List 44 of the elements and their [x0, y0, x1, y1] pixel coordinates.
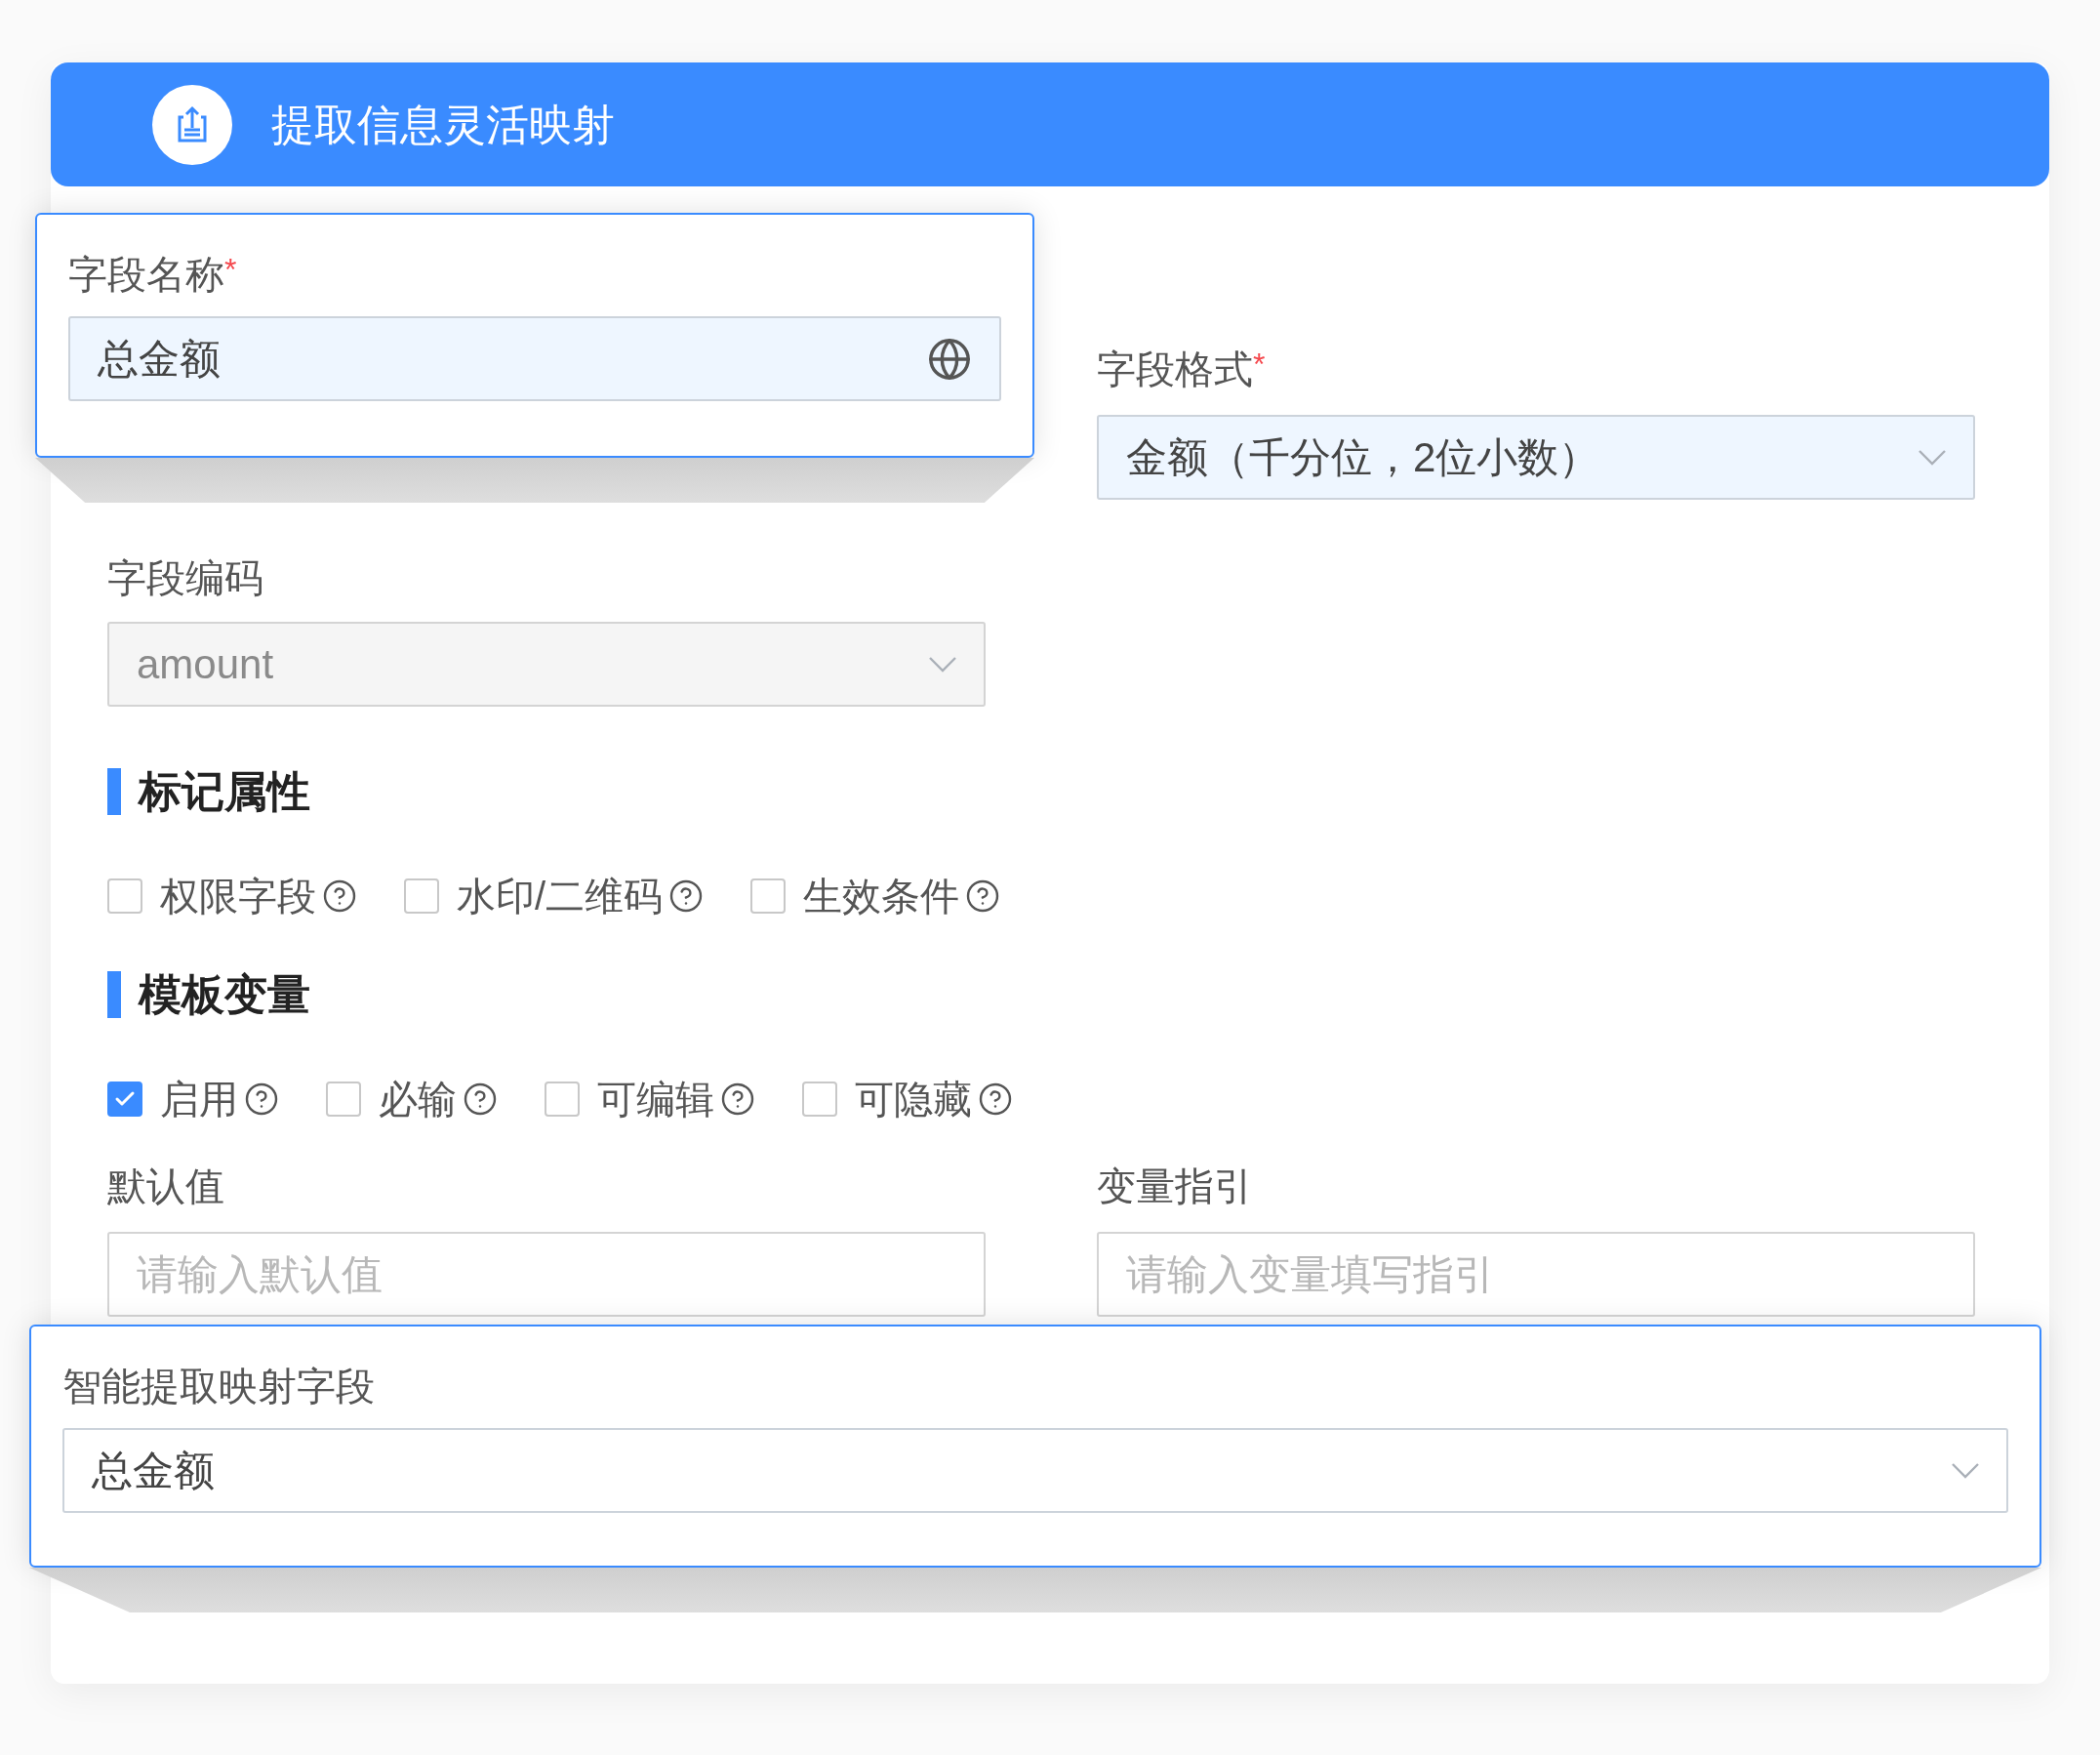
checkbox[interactable]: [107, 878, 142, 914]
field-label: 字段名称: [68, 252, 224, 298]
checkbox-label: 可隐藏: [855, 1077, 972, 1122]
help-icon[interactable]: [978, 1082, 1013, 1117]
checkbox-label: 权限字段: [160, 874, 316, 919]
checkbox[interactable]: [545, 1082, 580, 1117]
required-mark: *: [1253, 346, 1266, 382]
field-label: 智能提取映射字段: [62, 1364, 375, 1409]
section-title: 模板变量: [139, 969, 310, 1020]
text-input[interactable]: 请输入默认值: [107, 1232, 986, 1317]
header-title: 提取信息灵活映射: [271, 99, 615, 150]
help-icon[interactable]: [244, 1082, 279, 1117]
checkbox-label: 必输: [379, 1077, 457, 1122]
help-icon[interactable]: [720, 1082, 755, 1117]
field-label: 字段格式: [1097, 347, 1253, 392]
field-label: 变量指引: [1097, 1163, 1253, 1209]
text-input[interactable]: 请输入变量填写指引: [1097, 1232, 1975, 1317]
document-upload-icon: [152, 84, 232, 165]
field-label: 默认值: [107, 1163, 224, 1209]
checkbox[interactable]: [404, 878, 439, 914]
chevron-down-icon: [1952, 1462, 1979, 1479]
help-icon[interactable]: [668, 878, 705, 914]
checkbox[interactable]: [107, 1082, 142, 1117]
mapping-select[interactable]: 总金额: [62, 1428, 2008, 1513]
section-accent-bar: [107, 971, 121, 1018]
format-select[interactable]: 金额（千分位，2位小数）: [1097, 415, 1975, 500]
checkbox[interactable]: [750, 878, 787, 914]
required-mark: *: [224, 251, 237, 287]
globe-icon: [927, 336, 972, 382]
checkbox-label: 生效条件: [803, 874, 960, 919]
name-input[interactable]: 总金额: [68, 316, 1001, 401]
checkbox-label: 可编辑: [597, 1077, 714, 1122]
checkbox-label: 水印/二维码: [457, 874, 664, 919]
section-title: 标记属性: [139, 766, 310, 817]
checkbox-label: 启用: [160, 1077, 238, 1122]
chevron-down-icon: [1918, 449, 1946, 466]
field-label: 字段编码: [107, 555, 263, 601]
checkbox[interactable]: [802, 1082, 837, 1117]
help-icon[interactable]: [463, 1082, 498, 1117]
chevron-down-icon: [929, 656, 956, 673]
help-icon[interactable]: [965, 878, 1001, 914]
checkbox[interactable]: [326, 1082, 361, 1117]
section-accent-bar: [107, 768, 121, 815]
help-icon[interactable]: [322, 878, 357, 914]
